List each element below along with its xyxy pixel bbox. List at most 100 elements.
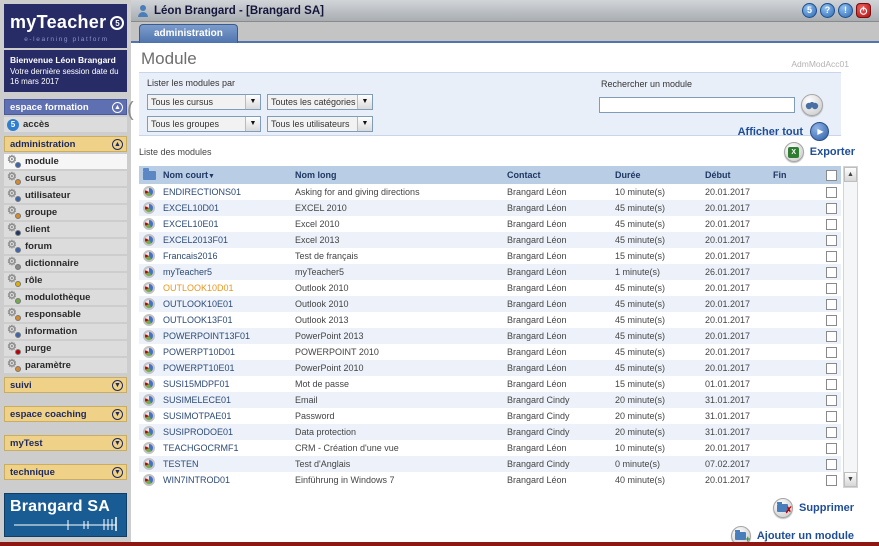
sidebar-section-technique[interactable]: technique▼ [4,464,127,480]
cell-debut: 20.01.2017 [701,360,769,376]
sidebar-item-parametre[interactable]: ⚙paramètre [4,358,127,373]
sidebar-item-forum[interactable]: ⚙forum [4,239,127,254]
search-input[interactable] [599,97,795,113]
sidebar-item-role[interactable]: ⚙rôle [4,273,127,288]
row-checkbox[interactable] [826,411,837,422]
row-checkbox[interactable] [826,459,837,470]
sidebar-item-cursus[interactable]: ⚙cursus [4,171,127,186]
table-row[interactable]: EXCEL2013F01 Excel 2013 Brangard Léon 45… [139,232,841,248]
scroll-down-icon[interactable]: ▼ [844,472,857,487]
play-icon[interactable]: ▶ [810,122,829,141]
sidebar-item-acces[interactable]: 5accès [4,117,127,132]
col-contact[interactable]: Contact [503,166,611,184]
table-row[interactable]: OUTLOOK10D01 Outlook 2010 Brangard Léon … [139,280,841,296]
row-checkbox[interactable] [826,283,837,294]
table-row[interactable]: SUSIPRODOE01 Data protection Brangard Ci… [139,424,841,440]
col-duree[interactable]: Durée [611,166,701,184]
row-checkbox[interactable] [826,395,837,406]
row-checkbox[interactable] [826,251,837,262]
table-row[interactable]: TEACHGOCRMF1 CRM - Création d'une vue Br… [139,440,841,456]
chevron-down-icon[interactable]: ▼ [245,117,260,131]
table-row[interactable]: OUTLOOK10E01 Outlook 2010 Brangard Léon … [139,296,841,312]
expand-icon[interactable]: ▼ [112,409,123,420]
table-row[interactable]: OUTLOOK13F01 Outlook 2013 Brangard Léon … [139,312,841,328]
cursus-select[interactable]: Tous les cursus ▼ [147,94,261,110]
cell-fin [769,280,821,296]
expand-icon[interactable]: ▼ [112,467,123,478]
row-checkbox[interactable] [826,331,837,342]
module-icon [143,218,155,230]
table-row[interactable]: SUSIMELECE01 Email Brangard Cindy 20 min… [139,392,841,408]
groupe-select[interactable]: Tous les groupes ▼ [147,116,261,132]
row-checkbox[interactable] [826,187,837,198]
utilisateur-select[interactable]: Tous les utilisateurs ▼ [267,116,373,132]
collapse-icon[interactable]: ▲ [112,102,123,113]
search-button[interactable] [801,94,823,116]
sidebar-item-module[interactable]: ⚙module [4,154,127,169]
row-checkbox[interactable] [826,379,837,390]
categorie-select[interactable]: Toutes les catégories ▼ [267,94,373,110]
collapse-icon[interactable]: ▲ [112,139,123,150]
sidebar-section-administration[interactable]: administration▲ [4,136,127,152]
chevron-down-icon[interactable]: ▼ [357,117,372,131]
welcome-text: Votre dernière session date du 16 mars 2… [10,67,121,87]
sidebar-item-responsable[interactable]: ⚙responsable [4,307,127,322]
table-row[interactable]: SUSI15MDPF01 Mot de passe Brangard Léon … [139,376,841,392]
table-row[interactable]: Francais2016 Test de français Brangard L… [139,248,841,264]
sidebar-section-espace-coaching[interactable]: espace coaching▼ [4,406,127,422]
row-checkbox[interactable] [826,235,837,246]
module-icon [143,266,155,278]
sidebar-collapse-handle[interactable]: ( [127,99,134,122]
help-icon[interactable]: ? [820,3,835,18]
col-nom-court[interactable]: Nom court▼ [159,166,291,184]
row-checkbox[interactable] [826,203,837,214]
table-scrollbar[interactable]: ▲ ▼ [843,166,858,488]
table-row[interactable]: myTeacher5 myTeacher5 Brangard Léon 1 mi… [139,264,841,280]
col-fin[interactable]: Fin [769,166,821,184]
row-checkbox[interactable] [826,363,837,374]
sidebar-item-information[interactable]: ⚙information [4,324,127,339]
select-all-checkbox[interactable] [826,170,837,181]
row-checkbox[interactable] [826,443,837,454]
chevron-down-icon[interactable]: ▼ [357,95,372,109]
chevron-down-icon[interactable]: ▼ [245,95,260,109]
sidebar-item-utilisateur[interactable]: ⚙utilisateur [4,188,127,203]
export-button[interactable]: X Exporter [784,142,855,162]
row-checkbox[interactable] [826,219,837,230]
row-checkbox[interactable] [826,267,837,278]
show-all-link[interactable]: Afficher tout [738,126,803,138]
cell-fin [769,312,821,328]
table-row[interactable]: TESTEN Test d'Anglais Brangard Cindy 0 m… [139,456,841,472]
col-nom-long[interactable]: Nom long [291,166,503,184]
table-row[interactable]: EXCEL10E01 Excel 2010 Brangard Léon 45 m… [139,216,841,232]
logout-icon[interactable] [856,3,871,18]
sidebar-item-dictionnaire[interactable]: ⚙dictionnaire [4,256,127,271]
table-row[interactable]: SUSIMOTPAE01 Password Brangard Cindy 20 … [139,408,841,424]
table-row[interactable]: EXCEL10D01 EXCEL 2010 Brangard Léon 45 m… [139,200,841,216]
table-row[interactable]: POWERPT10D01 POWERPOINT 2010 Brangard Lé… [139,344,841,360]
sidebar-item-purge[interactable]: ⚙purge [4,341,127,356]
sidebar-section-espace-formation[interactable]: espace formation▲ [4,99,127,115]
table-row[interactable]: POWERPOINT13F01 PowerPoint 2013 Brangard… [139,328,841,344]
row-checkbox[interactable] [826,427,837,438]
row-checkbox[interactable] [826,315,837,326]
sidebar-item-modulotheque[interactable]: ⚙modulothèque [4,290,127,305]
sidebar-item-client[interactable]: ⚙client [4,222,127,237]
info-icon[interactable]: ! [838,3,853,18]
expand-icon[interactable]: ▼ [112,380,123,391]
sidebar-section-suivi[interactable]: suivi▼ [4,377,127,393]
tab-administration[interactable]: administration [139,24,238,43]
badge-5-icon[interactable]: 5 [802,3,817,18]
row-checkbox[interactable] [826,299,837,310]
table-row[interactable]: ENDIRECTIONS01 Asking for and giving dir… [139,184,841,200]
table-row[interactable]: POWERPT10E01 PowerPoint 2010 Brangard Lé… [139,360,841,376]
col-debut[interactable]: Début [701,166,769,184]
row-checkbox[interactable] [826,347,837,358]
sidebar-item-groupe[interactable]: ⚙groupe [4,205,127,220]
row-checkbox[interactable] [826,475,837,486]
sidebar-section-mytest[interactable]: myTest▼ [4,435,127,451]
expand-icon[interactable]: ▼ [112,438,123,449]
delete-button[interactable]: ✗ Supprimer [773,498,854,518]
table-row[interactable]: WIN7INTROD01 Einführung in Windows 7 Bra… [139,472,841,488]
scroll-up-icon[interactable]: ▲ [844,167,857,182]
